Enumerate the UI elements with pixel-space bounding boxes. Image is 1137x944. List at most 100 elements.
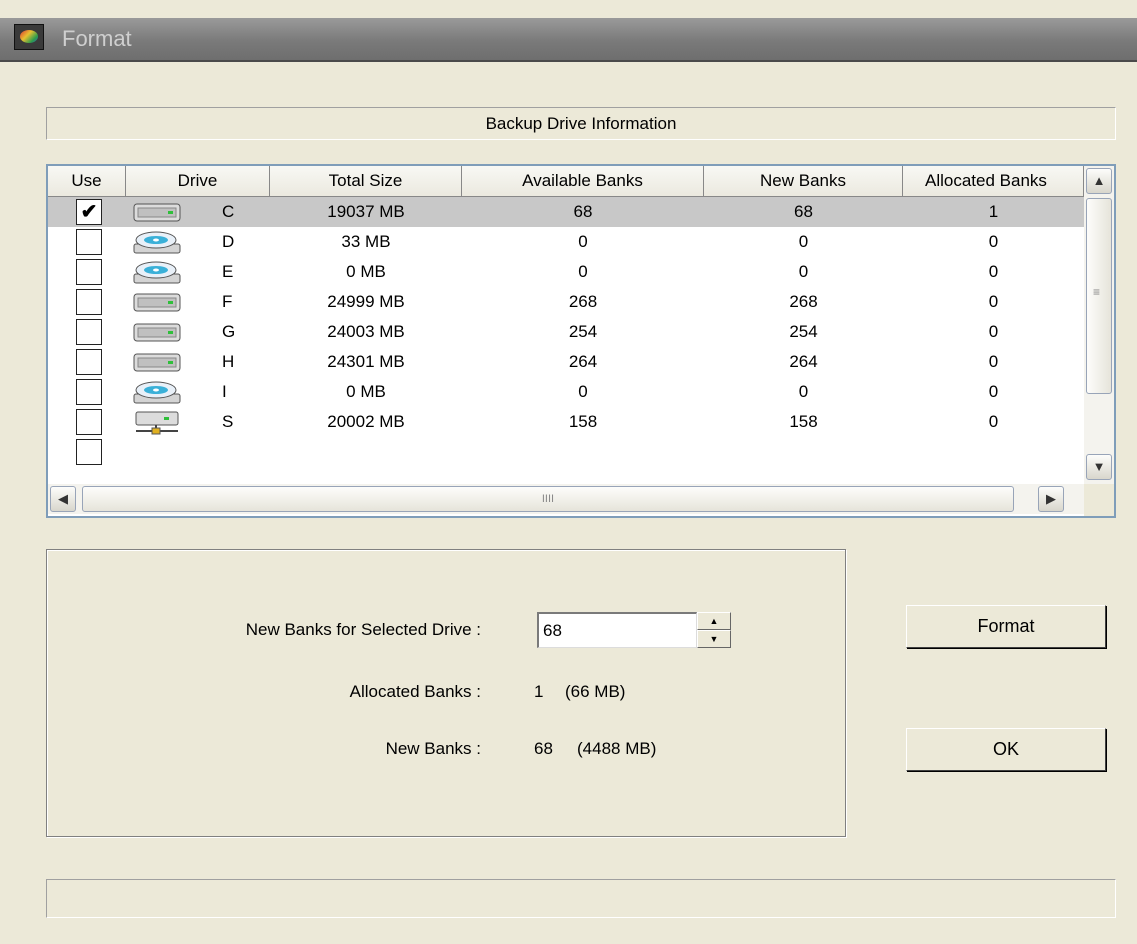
new-banks-cell: 68 (794, 202, 813, 221)
window-title: Format (62, 26, 132, 51)
column-header-total-size[interactable]: Total Size (270, 166, 462, 197)
use-cell (48, 317, 126, 347)
new-banks-cell: 0 (798, 232, 809, 251)
drive-letter: F (222, 292, 233, 311)
table-row[interactable]: F 24999 MB 268 268 0 (48, 287, 1084, 317)
total-size-cell: 19037 MB (327, 202, 405, 221)
scroll-corner (1084, 484, 1114, 516)
use-cell (48, 437, 126, 467)
info-bar-label: Backup Drive Information (485, 114, 677, 133)
use-checkbox[interactable] (76, 409, 102, 435)
horizontal-scroll-thumb[interactable]: IIII (82, 486, 1014, 512)
horizontal-scrollbar[interactable]: ◀ IIII ▶ (48, 484, 1084, 514)
allocated-banks-cell: 0 (988, 412, 999, 431)
use-checkbox[interactable] (76, 379, 102, 405)
drive-cell: H (126, 347, 270, 377)
allocated-banks-cell: 0 (988, 382, 999, 401)
table-row[interactable]: E 0 MB 0 0 0 (48, 257, 1084, 287)
drive-letter: C (222, 202, 235, 221)
allocated-banks-cell: 1 (988, 202, 999, 221)
column-header-drive[interactable]: Drive (126, 166, 270, 197)
hard-drive-icon (132, 290, 184, 315)
total-size-cell: 33 MB (341, 232, 391, 251)
drive-letter: G (222, 322, 236, 341)
info-bar: Backup Drive Information (46, 107, 1116, 140)
available-banks-cell: 158 (568, 412, 598, 431)
total-size-cell: 0 MB (346, 262, 386, 281)
available-banks-cell: 0 (578, 382, 588, 401)
use-cell: ✔ (48, 197, 126, 227)
column-header-use[interactable]: Use (48, 166, 126, 197)
allocated-banks-cell: 0 (988, 262, 999, 281)
drive-letter: I (222, 382, 227, 401)
total-size-cell: 24003 MB (327, 322, 405, 341)
total-size-cell: 24999 MB (327, 292, 405, 311)
use-checkbox[interactable] (76, 349, 102, 375)
new-banks-cell: 0 (798, 382, 809, 401)
use-cell (48, 407, 126, 437)
column-header-allocated-banks[interactable]: Allocated Banks (903, 166, 1084, 197)
drive-letter: H (222, 352, 235, 371)
new-banks-spinner[interactable]: ▲ ▼ (697, 612, 731, 648)
table-row[interactable]: S 20002 MB 158 158 0 (48, 407, 1084, 437)
drive-cell: E (126, 257, 270, 287)
optical-drive-icon (132, 230, 184, 255)
drive-list[interactable]: Use Drive Total Size Available Banks New… (46, 164, 1116, 518)
drive-cell: C (126, 197, 270, 227)
spin-up-button[interactable]: ▲ (697, 612, 731, 630)
app-icon (14, 24, 44, 50)
table-row[interactable]: I 0 MB 0 0 0 (48, 377, 1084, 407)
use-checkbox[interactable]: ✔ (76, 199, 102, 225)
drive-cell: I (126, 377, 270, 407)
scroll-left-button[interactable]: ◀ (50, 486, 76, 512)
drive-letter: E (222, 262, 234, 281)
table-row[interactable]: ✔ C 19037 MB 68 68 1 (48, 197, 1084, 227)
use-cell (48, 347, 126, 377)
new-banks-cell: 268 (789, 292, 818, 311)
allocated-banks-cell: 0 (988, 292, 999, 311)
use-checkbox[interactable] (76, 259, 102, 285)
scroll-down-button[interactable]: ▼ (1086, 454, 1112, 480)
vertical-scroll-thumb[interactable]: ≡ (1086, 198, 1112, 394)
scroll-right-button[interactable]: ▶ (1038, 486, 1064, 512)
available-banks-cell: 68 (573, 202, 593, 221)
table-row-partial (48, 437, 1084, 467)
drive-cell: G (126, 317, 270, 347)
vertical-scrollbar[interactable]: ▲ ≡ ▼ (1084, 166, 1114, 484)
use-checkbox[interactable] (76, 229, 102, 255)
ok-button[interactable]: OK (906, 728, 1106, 771)
table-row[interactable]: D 33 MB 0 0 0 (48, 227, 1084, 257)
list-body: ✔ C 19037 MB 68 68 1 D 33 MB 0 0 0 E 0 MB 0 0 0 F 24999 M… (48, 197, 1084, 484)
use-checkbox[interactable] (76, 439, 102, 465)
available-banks-cell: 0 (578, 232, 588, 251)
total-size-cell: 24301 MB (327, 352, 405, 371)
drive-letter: D (222, 232, 235, 251)
drive-cell: D (126, 227, 270, 257)
allocated-banks-label: Allocated Banks : (349, 682, 481, 701)
available-banks-cell: 0 (578, 262, 588, 281)
network-drive-icon (132, 410, 184, 435)
drive-cell: F (126, 287, 270, 317)
table-row[interactable]: G 24003 MB 254 254 0 (48, 317, 1084, 347)
new-banks-cell: 0 (798, 262, 809, 281)
new-banks-size: (4488 MB) (577, 739, 657, 758)
scroll-up-button[interactable]: ▲ (1086, 168, 1112, 194)
use-checkbox[interactable] (76, 319, 102, 345)
spin-down-button[interactable]: ▼ (697, 630, 731, 648)
available-banks-cell: 264 (568, 352, 598, 371)
title-bar: Format (0, 18, 1137, 62)
allocated-banks-cell: 0 (988, 232, 999, 251)
optical-drive-icon (132, 260, 184, 285)
bank-settings-panel: New Banks for Selected Drive : ▲ ▼ Alloc… (46, 549, 846, 837)
use-cell (48, 287, 126, 317)
column-header-new-banks[interactable]: New Banks (704, 166, 903, 197)
allocated-banks-cell: 0 (988, 352, 999, 371)
column-header-available-banks[interactable]: Available Banks (462, 166, 704, 197)
table-row[interactable]: H 24301 MB 264 264 0 (48, 347, 1084, 377)
new-banks-cell: 158 (789, 412, 818, 431)
new-banks-label: New Banks : (385, 739, 481, 758)
hard-drive-icon (132, 200, 184, 225)
new-banks-input[interactable] (537, 612, 697, 648)
format-button[interactable]: Format (906, 605, 1106, 648)
use-checkbox[interactable] (76, 289, 102, 315)
